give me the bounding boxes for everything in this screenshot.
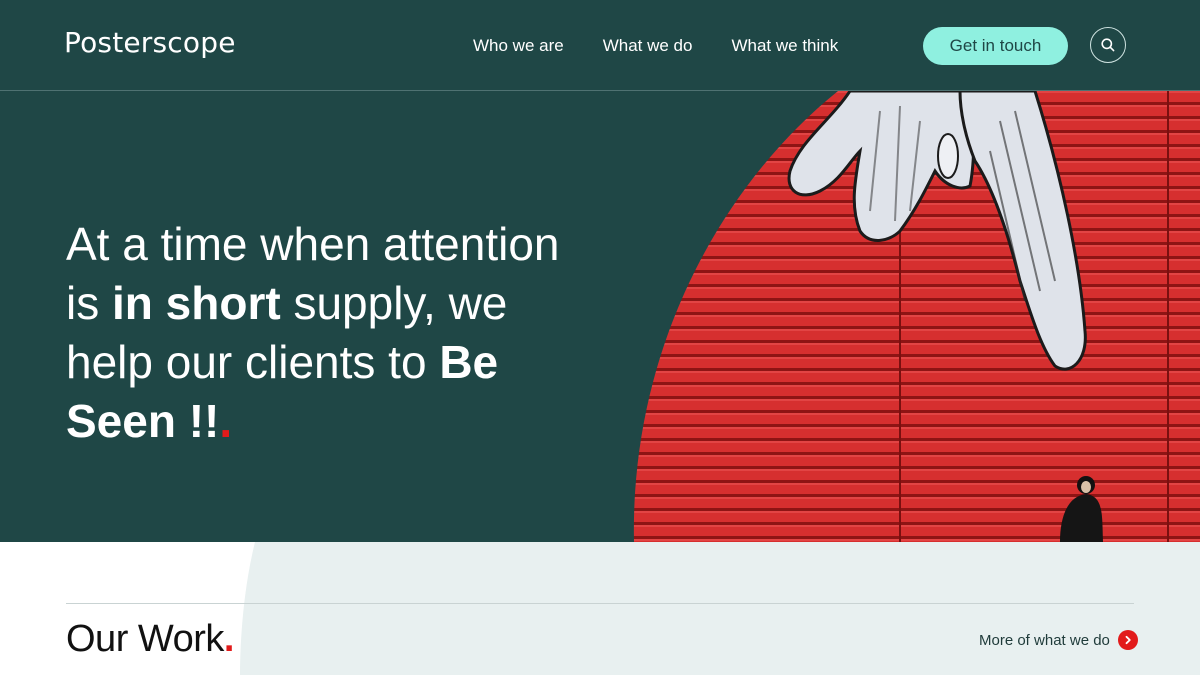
headline-bold-1: in short [112,277,281,329]
nav-item-what-we-do[interactable]: What we do [603,36,693,56]
more-of-what-we-do-link[interactable]: More of what we do [979,630,1138,650]
search-icon [1101,38,1115,52]
site-logo[interactable]: Posterscope [64,26,236,59]
our-work-title-text: Our Work [66,618,224,660]
page: Posterscope Who we are What we do What w… [0,0,1200,675]
title-red-dot: . [223,618,235,660]
our-work-section: Our Work. More of what we do [0,542,1200,675]
chevron-right-icon [1117,630,1138,650]
main-nav: Who we are What we do What we think [473,36,877,56]
section-divider [66,603,1134,604]
site-header: Posterscope Who we are What we do What w… [0,0,1200,91]
more-link-label: More of what we do [979,631,1110,649]
nav-item-what-we-think[interactable]: What we think [731,36,838,56]
nav-item-who-we-are[interactable]: Who we are [473,36,564,56]
hero-section: At a time when attention is in short sup… [0,91,1200,542]
headline-red-dot: . [219,395,233,447]
get-in-touch-button[interactable]: Get in touch [923,27,1068,65]
our-work-title: Our Work. [66,618,234,661]
hero-headline: At a time when attention is in short sup… [66,215,586,451]
search-button[interactable] [1090,27,1126,63]
